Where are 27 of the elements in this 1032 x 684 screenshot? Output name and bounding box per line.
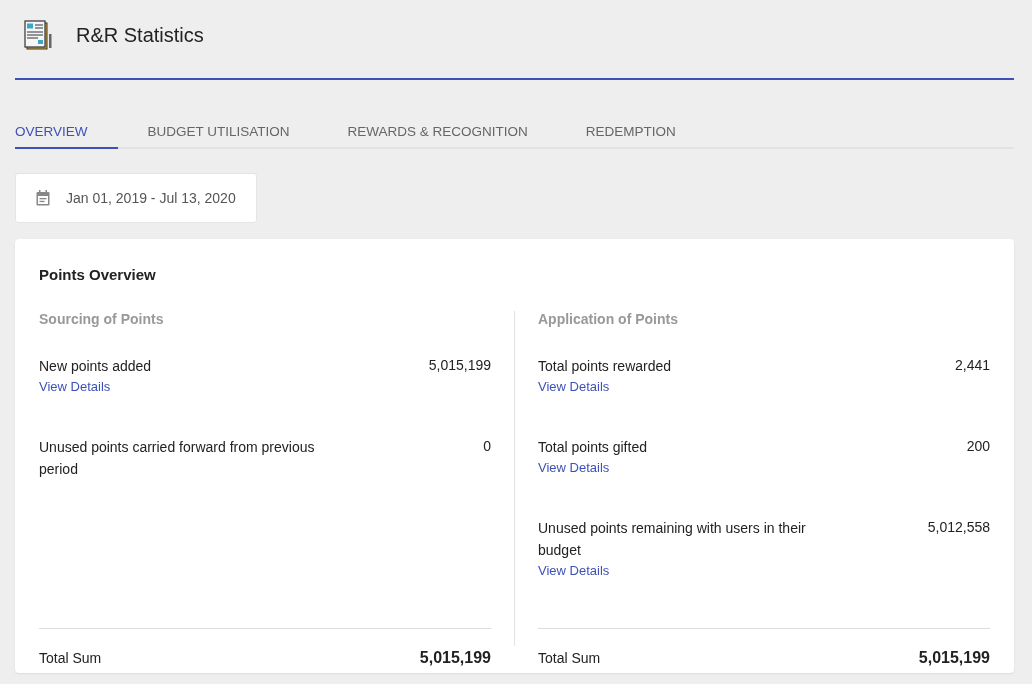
- card-title: Points Overview: [39, 266, 157, 283]
- item-value: 0: [483, 437, 491, 456]
- tab[interactable]: REDEMPTION: [585, 104, 676, 147]
- total-value: 5,015,199: [419, 648, 491, 667]
- item-value: 2,441: [954, 356, 990, 375]
- date-range-picker[interactable]: Jan 01, 2019 - Jul 13, 2020: [15, 173, 257, 223]
- page-title: R&R Statistics: [76, 23, 204, 47]
- tab[interactable]: REWARDS & RECOGNITION: [347, 104, 528, 147]
- view-details-link[interactable]: View Details: [538, 561, 610, 581]
- item-label: Total points gifted: [538, 438, 648, 457]
- total-label: Total Sum: [538, 649, 601, 666]
- item-value: 200: [966, 437, 990, 456]
- item-label: New points added: [39, 357, 153, 376]
- tab[interactable]: OVERVIEW: [15, 104, 118, 149]
- item-label: Unused points carried forward from previous period: [39, 438, 316, 479]
- item-value: 5,015,199: [428, 356, 491, 375]
- item-label: Unused points remaining with users in their budget: [538, 519, 807, 560]
- view-details-link[interactable]: View Details: [39, 377, 111, 397]
- tab[interactable]: BUDGET UTILISATION: [147, 104, 290, 147]
- section-heading: Sourcing of Points: [39, 311, 165, 327]
- total-label: Total Sum: [39, 649, 102, 666]
- view-details-link[interactable]: View Details: [538, 458, 610, 478]
- item-label: Total points rewarded: [538, 357, 673, 376]
- item-value: 5,012,558: [927, 518, 990, 537]
- section-heading: Application of Points: [538, 311, 679, 327]
- total-value: 5,015,199: [918, 648, 990, 667]
- view-details-link[interactable]: View Details: [538, 377, 610, 397]
